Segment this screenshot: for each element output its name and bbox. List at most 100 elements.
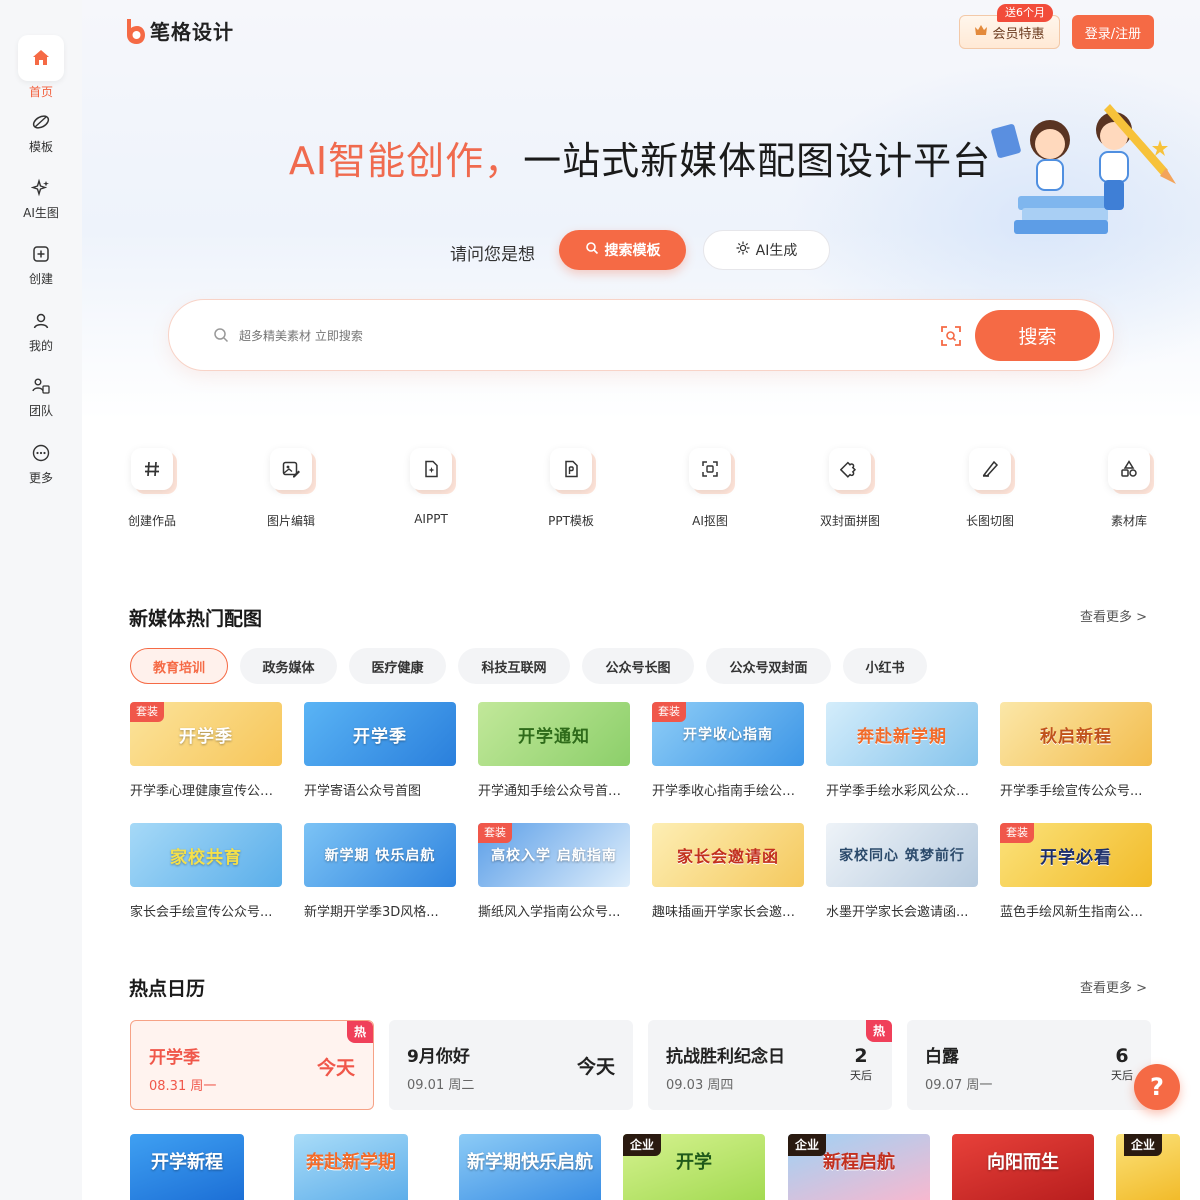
calendar-item[interactable]: 9月你好 09.01 周二 今天 (389, 1020, 633, 1110)
hot-badge: 热 (347, 1021, 373, 1043)
calendar-status: 今天 (576, 1056, 615, 1078)
sidebar-item-create[interactable]: 创建 (0, 232, 82, 287)
tool-aippt[interactable]: AIPPT (386, 448, 476, 526)
logo[interactable]: 笔格设计 (124, 16, 234, 45)
sidebar-item-label: 首页 (28, 85, 53, 99)
thumbnail-text: 开学季 (353, 726, 407, 747)
calendar-item[interactable]: 开学季 08.31 周一 今天 热 (130, 1020, 374, 1110)
calendar-event-date: 09.07 周一 (925, 1078, 993, 1093)
calendar-template-thumbnail[interactable]: 企业 (1116, 1134, 1180, 1200)
template-title: 开学寄语公众号首图 (304, 784, 422, 799)
template-card[interactable]: 奔赴新学期 开学季手绘水彩风公众号... (826, 702, 978, 799)
template-card[interactable]: 套装 开学必看 蓝色手绘风新生指南公众号... (1000, 823, 1152, 920)
tool-long-image-cut[interactable]: 长图切图 (945, 448, 1035, 529)
template-thumbnail: 套装 开学季 (130, 702, 282, 766)
template-card[interactable]: 家校同心 筑梦前行 水墨开学家长会邀请函... (826, 823, 978, 920)
thumbnail-text: 开学季 (179, 726, 233, 747)
search-input[interactable] (239, 324, 919, 348)
tool-asset-library[interactable]: 素材库 (1084, 448, 1174, 529)
tool-dual-cover[interactable]: 双封面拼图 (805, 448, 895, 529)
thumbnail-text: 开学通知 (518, 726, 590, 747)
calendar-event-date: 08.31 周一 (149, 1079, 217, 1094)
enterprise-tag: 企业 (623, 1134, 662, 1156)
bundle-badge: 套装 (130, 702, 164, 722)
chip-medical[interactable]: 医疗健康 (349, 648, 446, 684)
template-title: 趣味插画开学家长会邀请... (652, 905, 804, 920)
template-card[interactable]: 套装 高校入学 启航指南 撕纸风入学指南公众号... (478, 823, 630, 920)
chip-education[interactable]: 教育培训 (130, 648, 228, 684)
help-button[interactable]: ? (1134, 1064, 1180, 1110)
thumbnail-text: 奔赴新学期 (857, 726, 947, 747)
template-card[interactable]: 家长会邀请函 趣味插画开学家长会邀请... (652, 823, 804, 920)
calendar-template-thumbnail[interactable]: 新学期快乐启航 (459, 1134, 601, 1200)
tool-label: AI抠图 (692, 514, 728, 528)
template-card[interactable]: 秋启新程 开学季手绘宣传公众号... (1000, 702, 1152, 799)
template-card[interactable]: 开学季 开学寄语公众号首图 (304, 702, 456, 799)
thumbnail-text: 新程启航 (823, 1152, 895, 1173)
template-thumbnail: 开学季 (304, 702, 456, 766)
chip-tech[interactable]: 科技互联网 (458, 648, 570, 684)
sidebar-item-mine[interactable]: 我的 (0, 299, 82, 354)
logo-mark-icon (124, 17, 146, 45)
countdown-number: 2 (854, 1045, 868, 1067)
template-card[interactable]: 套装 开学收心指南 开学季收心指南手绘公众号... (652, 702, 804, 799)
thumbnail-text: 奔赴新学期 (306, 1152, 396, 1173)
calendar-template-thumbnail[interactable]: 企业 新程启航 (788, 1134, 930, 1200)
template-thumbnail: 家长会邀请函 (652, 823, 804, 887)
calendar-event-name: 白露 (925, 1047, 959, 1067)
image-search-icon[interactable] (939, 324, 963, 352)
template-card[interactable]: 新学期 快乐启航 新学期开学季3D风格... (304, 823, 456, 920)
thumbnail-text: 家长会邀请函 (676, 847, 779, 866)
search-template-mode-button[interactable]: 搜索模板 (559, 230, 686, 270)
tool-create-work[interactable]: 创建作品 (107, 448, 197, 529)
template-card[interactable]: 开学通知 开学通知手绘公众号首图... (478, 702, 630, 799)
ppt-icon (550, 448, 596, 494)
chip-xiaohongshu[interactable]: 小红书 (843, 648, 927, 684)
tool-ai-cutout[interactable]: AI抠图 (665, 448, 755, 529)
search-template-mode-label: 搜索模板 (604, 243, 661, 259)
calendar-item[interactable]: 抗战胜利纪念日 09.03 周四 2 天后 热 (648, 1020, 892, 1110)
template-title: 水墨开学家长会邀请函... (826, 905, 969, 920)
login-register-button[interactable]: 登录/注册 (1072, 15, 1154, 49)
chip-dual-cover[interactable]: 公众号双封面 (706, 648, 831, 684)
sidebar-item-more[interactable]: 更多 (0, 431, 82, 486)
ai-sun-icon (736, 241, 750, 259)
ai-doc-icon (410, 448, 456, 494)
tool-ppt-template[interactable]: PPT模板 (526, 448, 616, 529)
calendar-event-date: 09.01 周二 (407, 1078, 475, 1093)
search-icon (213, 327, 229, 347)
sidebar-item-team[interactable]: 团队 (0, 364, 82, 419)
ai-generate-mode-button[interactable]: AI生成 (703, 230, 830, 270)
brand-name: 笔格设计 (150, 20, 234, 44)
template-card[interactable]: 套装 开学季 开学季心理健康宣传公众号... (130, 702, 282, 799)
knife-icon (969, 448, 1015, 494)
home-icon (18, 35, 64, 81)
template-title: 开学季手绘水彩风公众号... (826, 784, 978, 799)
search-button[interactable]: 搜索 (975, 310, 1100, 361)
chip-long-image[interactable]: 公众号长图 (582, 648, 694, 684)
tool-image-edit[interactable]: 图片编辑 (246, 448, 336, 529)
template-title: 开学季手绘宣传公众号... (1000, 784, 1143, 799)
calendar-section-more-link[interactable]: 查看更多 > (1080, 977, 1147, 996)
chip-government[interactable]: 政务媒体 (240, 648, 337, 684)
sidebar-item-home[interactable]: 首页 (0, 35, 82, 100)
calendar-item[interactable]: 白露 09.07 周一 6 天后 (907, 1020, 1151, 1110)
calendar-event-name: 9月你好 (407, 1047, 470, 1067)
ask-label: 请问您是想 (450, 245, 535, 265)
template-card[interactable]: 家校共育 家长会手绘宣传公众号... (130, 823, 282, 920)
sidebar-item-label: 更多 (28, 471, 53, 485)
calendar-template-thumbnail[interactable]: 向阳而生 (952, 1134, 1094, 1200)
thumbnail-text: 高校入学 启航指南 (491, 848, 617, 864)
calendar-template-thumbnail[interactable]: 奔赴新学期 (294, 1134, 408, 1200)
countdown-unit: 天后 (1111, 1069, 1133, 1082)
calendar-template-thumbnail[interactable]: 开学新程 (130, 1134, 244, 1200)
thumbnail-text: 开学新程 (151, 1152, 223, 1173)
search-bar: 搜索 (168, 299, 1114, 371)
tool-label: 长图切图 (965, 514, 1014, 528)
template-title: 新学期开学季3D风格... (304, 905, 439, 920)
hot-section-more-link[interactable]: 查看更多 > (1080, 606, 1147, 625)
calendar-template-thumbnail[interactable]: 企业 开学 (623, 1134, 765, 1200)
tool-label: PPT模板 (548, 514, 594, 528)
image-edit-icon (270, 448, 316, 494)
template-thumbnail: 套装 开学必看 (1000, 823, 1152, 887)
